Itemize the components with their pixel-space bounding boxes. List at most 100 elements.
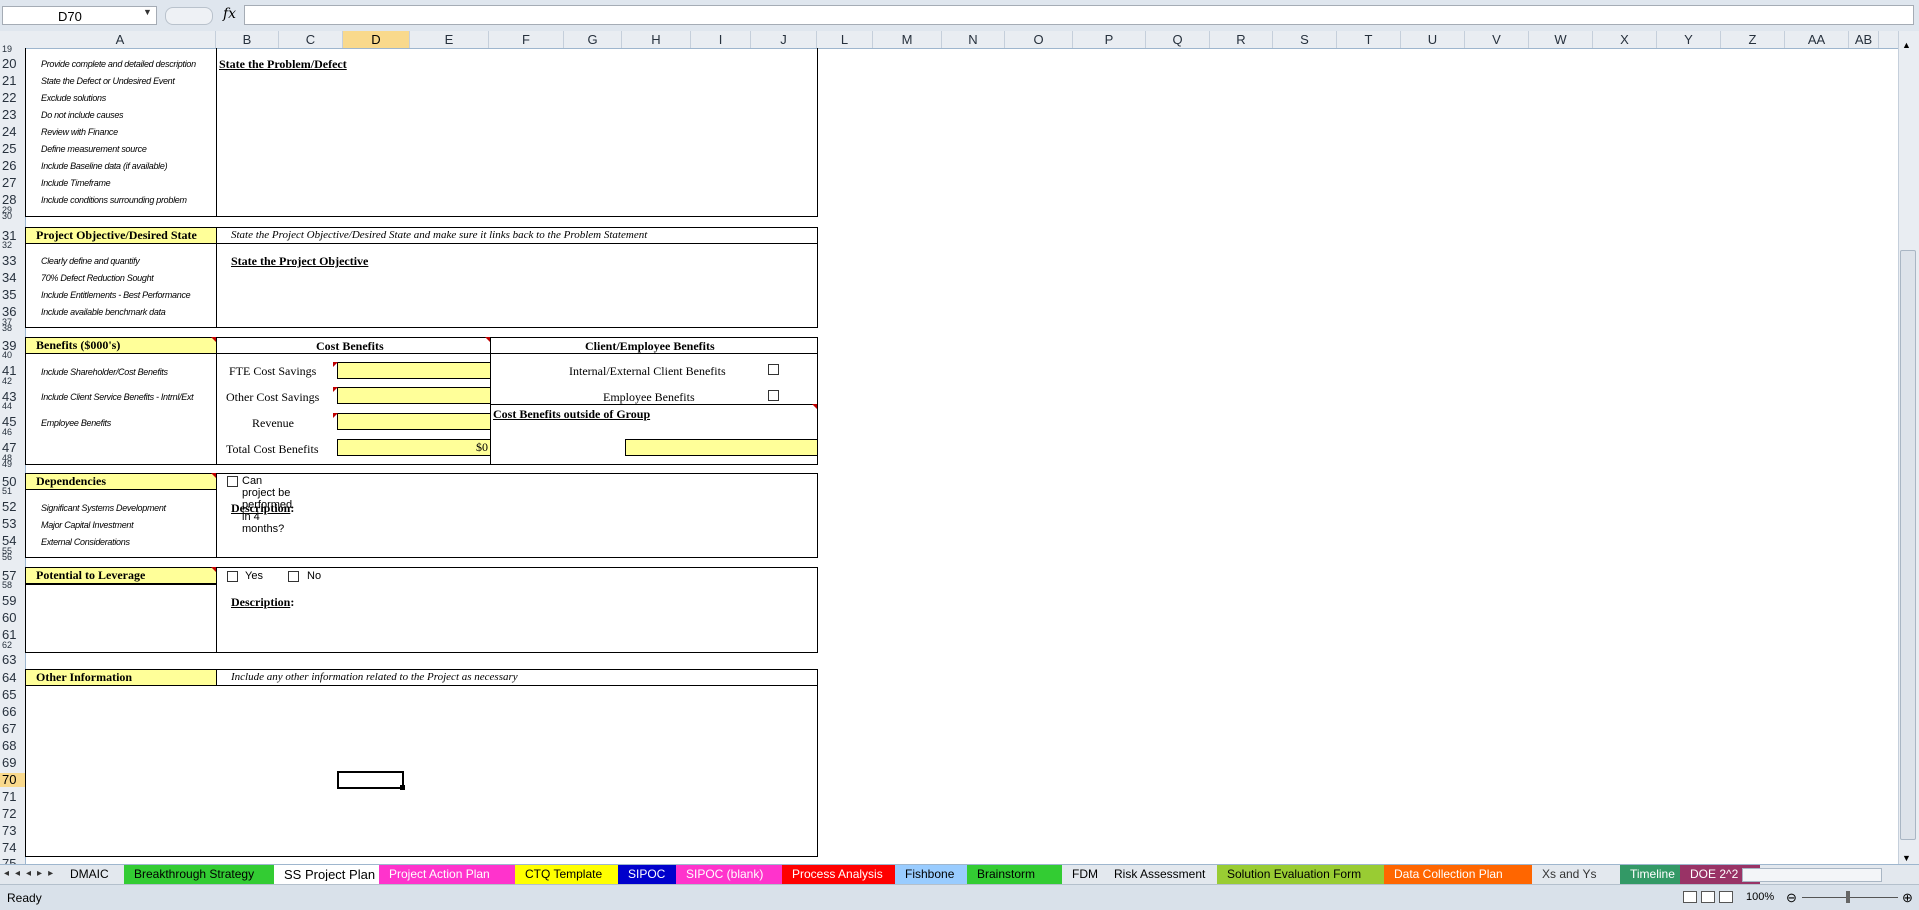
sheet-tab[interactable]: CTQ Template — [515, 865, 618, 884]
row-header[interactable]: 69 — [0, 756, 25, 770]
column-header[interactable]: M — [873, 31, 942, 48]
row-header[interactable]: 36 — [0, 305, 25, 319]
row-header[interactable]: 71 — [0, 790, 25, 804]
sheet-tab[interactable]: Solution Evaluation Form — [1217, 865, 1384, 884]
comment-indicator[interactable] — [485, 337, 490, 342]
row-header[interactable]: 51 — [0, 487, 25, 495]
row-header[interactable]: 30 — [0, 212, 25, 220]
column-header[interactable]: N — [942, 31, 1005, 48]
zoom-slider[interactable] — [1802, 897, 1898, 898]
row-header[interactable]: 23 — [0, 108, 25, 122]
column-header[interactable]: D — [343, 31, 410, 48]
sheet-tab[interactable]: Project Action Plan — [379, 865, 515, 884]
insert-function-icon[interactable]: fx — [223, 6, 236, 22]
employee-checkbox[interactable] — [768, 390, 779, 401]
zoom-level[interactable]: 100% — [1746, 891, 1774, 903]
sheet-tab[interactable]: SIPOC (blank) — [676, 865, 782, 884]
column-header[interactable]: A — [25, 31, 216, 48]
row-header[interactable]: 59 — [0, 594, 25, 608]
column-header[interactable]: U — [1401, 31, 1465, 48]
row-header[interactable]: 28 — [0, 193, 25, 207]
sheet-tab[interactable]: Brainstorm — [967, 865, 1062, 884]
sheet-tab[interactable]: FDM — [1062, 865, 1104, 884]
column-header[interactable]: Z — [1721, 31, 1785, 48]
column-header[interactable]: Q — [1146, 31, 1210, 48]
row-header[interactable]: 24 — [0, 125, 25, 139]
column-header[interactable]: AB — [1849, 31, 1879, 48]
comment-indicator[interactable] — [333, 362, 338, 367]
column-header[interactable]: W — [1529, 31, 1593, 48]
page-layout-icon[interactable] — [1701, 891, 1715, 903]
column-header[interactable]: G — [564, 31, 622, 48]
sheet-tab[interactable]: SS Project Plan — [274, 865, 379, 884]
formula-input[interactable] — [244, 5, 1914, 25]
column-header[interactable]: F — [489, 31, 564, 48]
row-header[interactable]: 68 — [0, 739, 25, 753]
sheet-tab[interactable]: Xs and Ys — [1532, 865, 1620, 884]
column-header[interactable]: E — [410, 31, 489, 48]
total-value[interactable]: $0 — [337, 439, 491, 456]
internal-checkbox[interactable] — [768, 364, 779, 375]
row-header[interactable]: 61 — [0, 628, 25, 642]
row-header[interactable]: 66 — [0, 705, 25, 719]
yes-checkbox[interactable] — [227, 571, 238, 582]
scroll-down-icon[interactable]: ▼ — [1902, 853, 1911, 863]
row-header[interactable]: 58 — [0, 581, 25, 589]
active-cell[interactable] — [337, 771, 404, 789]
row-header[interactable]: 44 — [0, 402, 25, 410]
sheet-tab[interactable]: Timeline — [1620, 865, 1680, 884]
column-header[interactable]: C — [279, 31, 343, 48]
column-header[interactable]: S — [1273, 31, 1337, 48]
row-header[interactable]: 73 — [0, 824, 25, 838]
row-header[interactable]: 34 — [0, 271, 25, 285]
row-header[interactable]: 46 — [0, 428, 25, 436]
row-header[interactable]: 35 — [0, 288, 25, 302]
zoom-in-icon[interactable]: ⊕ — [1902, 890, 1913, 906]
row-header[interactable]: 53 — [0, 517, 25, 531]
sheet-tab[interactable]: Risk Assessment — [1104, 865, 1217, 884]
outside-input[interactable] — [625, 439, 818, 456]
sheet-tab[interactable]: Breakthrough Strategy — [124, 865, 274, 884]
horizontal-scrollbar[interactable] — [1742, 868, 1882, 882]
row-header[interactable]: 63 — [0, 653, 25, 667]
chevron-down-icon[interactable]: ▼ — [143, 7, 152, 17]
row-header[interactable]: 52 — [0, 500, 25, 514]
row-header[interactable]: 72 — [0, 807, 25, 821]
comment-indicator[interactable] — [333, 413, 338, 418]
sheet-tab[interactable]: DMAIC — [60, 865, 124, 884]
other-input[interactable] — [337, 387, 491, 404]
row-header[interactable]: 74 — [0, 841, 25, 855]
page-break-icon[interactable] — [1719, 891, 1733, 903]
row-header[interactable]: 32 — [0, 241, 25, 249]
row-header[interactable]: 54 — [0, 534, 25, 548]
sheet-tab[interactable]: Data Collection Plan — [1384, 865, 1532, 884]
comment-indicator[interactable] — [333, 387, 338, 392]
tab-scroll-icon[interactable]: ◂◂◂▸▸ — [4, 868, 59, 879]
zoom-out-icon[interactable]: ⊖ — [1786, 890, 1797, 906]
row-header[interactable]: 56 — [0, 553, 25, 561]
row-header[interactable]: 60 — [0, 611, 25, 625]
row-header[interactable]: 38 — [0, 324, 25, 332]
row-header[interactable]: 21 — [0, 74, 25, 88]
column-header[interactable]: J — [751, 31, 817, 48]
sheet-tab[interactable]: Process Analysis — [782, 865, 895, 884]
row-header[interactable]: 64 — [0, 671, 25, 685]
column-header[interactable]: V — [1465, 31, 1529, 48]
no-checkbox[interactable] — [288, 571, 299, 582]
name-box[interactable]: D70 — [2, 6, 157, 25]
column-header[interactable]: R — [1210, 31, 1273, 48]
column-header[interactable]: P — [1073, 31, 1146, 48]
zoom-slider-thumb[interactable] — [1846, 891, 1850, 903]
column-header[interactable]: AA — [1785, 31, 1849, 48]
row-header[interactable]: 42 — [0, 377, 25, 385]
row-header[interactable]: 19 — [0, 45, 25, 53]
revenue-input[interactable] — [337, 413, 491, 430]
row-header[interactable]: 70 — [0, 773, 25, 787]
row-header[interactable]: 67 — [0, 722, 25, 736]
column-header[interactable]: B — [216, 31, 279, 48]
column-header[interactable]: H — [622, 31, 691, 48]
row-header[interactable]: 33 — [0, 254, 25, 268]
row-header[interactable]: 45 — [0, 415, 25, 429]
fill-handle[interactable] — [400, 785, 405, 790]
column-header[interactable]: T — [1337, 31, 1401, 48]
